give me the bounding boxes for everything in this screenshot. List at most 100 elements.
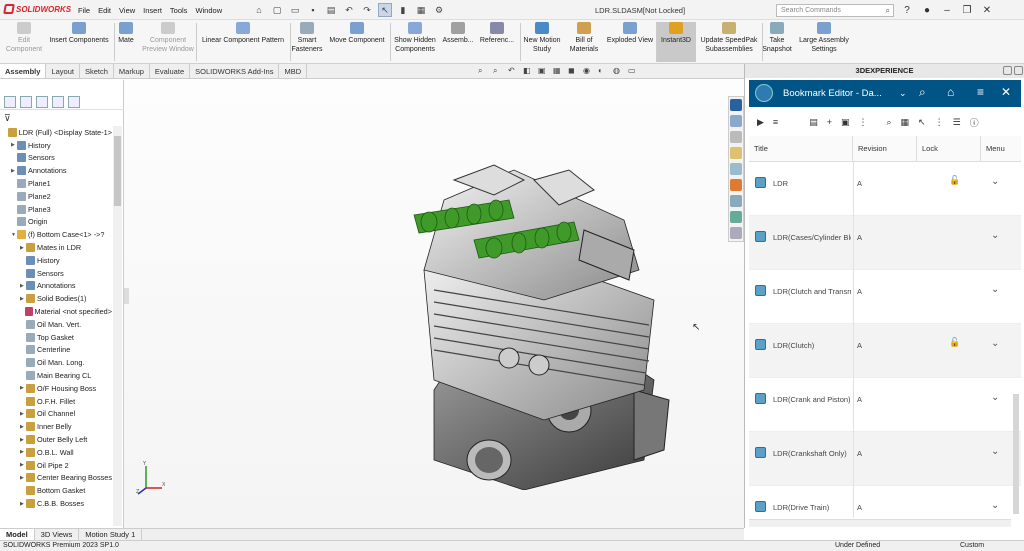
chevron-down-icon[interactable]: ⌄ [991,338,999,349]
tree-item[interactable]: LDR (Full) <Display State-1> [2,126,112,139]
tree-item[interactable]: Plane1 [2,177,112,190]
feature-tree-tab-icon[interactable] [4,96,16,108]
display-style-icon[interactable]: ◼ [568,66,578,76]
menu-insert[interactable]: Insert [143,6,162,15]
bookmark-title[interactable]: LDR(Crank and Piston) [773,395,851,404]
panel-close-icon[interactable] [1014,66,1023,75]
column-title[interactable]: Title [749,136,853,161]
bookmark-row[interactable]: LDR(Drive Train) A ⌄ [749,486,1021,518]
bookmark-title[interactable]: LDR(Drive Train) [773,503,851,512]
tree-item[interactable]: Main Bearing CL [2,369,112,382]
bookmark-title[interactable]: LDR(Clutch and Transmission) [773,287,851,296]
column-menu[interactable]: Menu [981,136,1021,161]
display-manager-tab-icon[interactable] [68,96,80,108]
bookmark-row[interactable]: LDR A 🔓 ⌄ [749,162,1021,216]
tree-item[interactable]: ▶ Mates in LDR [2,241,112,254]
lifecycle-icon[interactable]: ▦ [901,117,910,128]
ribbon-btn-assemb[interactable]: Assemb... [442,22,474,45]
bookmark-row[interactable]: LDR(Crank and Piston) A ⌄ [749,378,1021,432]
zoom-to-fit-icon[interactable]: ⌕ [478,66,488,76]
chevron-down-icon[interactable]: ⌄ [899,88,907,99]
tree-item[interactable]: Top Gasket [2,331,112,344]
tree-item[interactable]: ▶ Solid Bodies(1) [2,292,112,305]
bottom-tab-motion-study-1[interactable]: Motion Study 1 [79,529,143,540]
chevron-down-icon[interactable]: ⌄ [991,176,999,187]
bookmark-title[interactable]: LDR(Cases/Cylinder Block) [773,233,851,242]
unlocked-padlock-icon[interactable]: 🔓 [949,175,960,186]
ribbon-btn-insert-components[interactable]: Insert Components [48,22,110,45]
graphics-area[interactable]: Y X Z ↖ [124,80,744,528]
bookmark-scrollbar[interactable] [1013,394,1019,514]
unit-system[interactable]: Custom [960,541,984,551]
bookmark-row[interactable]: LDR(Clutch) A 🔓 ⌄ [749,324,1021,378]
file-explorer-icon[interactable] [730,163,742,175]
chevron-down-icon[interactable]: ⌄ [991,284,999,295]
view-settings-icon[interactable]: ▭ [628,66,638,76]
bookmark-editor-title[interactable]: Bookmark Editor - Da... [783,88,882,99]
apply-scene-icon[interactable]: ◍ [613,66,623,76]
ribbon-btn-take-snapshot[interactable]: Take Snapshot [762,22,792,54]
column-lock[interactable]: Lock [917,136,981,161]
compass-avatar-icon[interactable] [755,84,773,102]
bookmark-row[interactable]: LDR(Crankshaft Only) A ⌄ [749,432,1021,486]
close-icon[interactable]: ✕ [1001,85,1011,99]
tree-item[interactable]: Oil Man. Long. [2,356,112,369]
tree-item[interactable]: Material <not specified> [2,305,112,318]
cursor-select-icon[interactable]: ↖ [918,117,926,128]
options-gear-icon[interactable]: ⚙ [432,3,446,17]
ribbon-btn-update-speedpak-subassemblies[interactable]: Update SpeedPak Subassemblies [698,22,760,54]
tree-item[interactable]: History [2,254,112,267]
tab-evaluate[interactable]: Evaluate [150,64,191,78]
section-view-icon[interactable]: ◧ [523,66,533,76]
ribbon-btn-show-hidden-components[interactable]: Show Hidden Components [392,22,438,54]
design-library-icon[interactable] [730,147,742,159]
list-icon[interactable]: ≡ [773,117,778,127]
tab-markup[interactable]: Markup [114,64,150,78]
attach-icon[interactable]: ▣ [841,117,850,128]
tree-item[interactable]: Oil Man. Vert. [2,318,112,331]
tree-item[interactable]: ▶ Inner Belly [2,420,112,433]
bottom-tab-model[interactable]: Model [0,529,35,540]
chevron-down-icon[interactable]: ⌄ [991,230,999,241]
search-bookmark-icon[interactable]: ⌕ [886,117,891,128]
tab-mbd[interactable]: MBD [279,64,308,78]
column-revision[interactable]: Revision [853,136,917,161]
ribbon-btn-exploded-view[interactable]: Exploded View [604,22,656,45]
property-manager-tab-icon[interactable] [20,96,32,108]
filter-icon[interactable]: ⊽ [4,113,11,124]
restore-icon[interactable]: ❐ [960,3,974,17]
bookmark-row[interactable]: LDR(Cases/Cylinder Block) A ⌄ [749,216,1021,270]
select-pointer-icon[interactable]: ↖ [378,3,392,17]
tree-item[interactable]: Bottom Gasket [2,484,112,497]
info-icon[interactable]: ⓘ [970,116,979,129]
tree-item[interactable]: ▶ Annotations [2,164,112,177]
appearances-icon[interactable] [730,179,742,191]
home-task-icon[interactable] [730,115,742,127]
tree-item[interactable]: Origin [2,216,112,229]
search-commands-input[interactable]: Search Commands ⌕ [776,4,894,17]
tree-item[interactable]: Plane2 [2,190,112,203]
bookmark-title[interactable]: LDR(Clutch) [773,341,851,350]
insert-icon[interactable]: ▤ [809,117,818,128]
view-palette-icon[interactable] [730,211,742,223]
tree-item[interactable]: ▶ O/F Housing Boss [2,382,112,395]
undo-icon[interactable]: ↶ [342,3,356,17]
menu-window[interactable]: Window [195,6,222,15]
edit-appearance-icon[interactable]: ◐ [598,66,608,76]
tree-item[interactable]: O.F.H. Fillet [2,395,112,408]
3dexperience-icon[interactable] [730,99,742,111]
ribbon-btn-mate[interactable]: Mate [116,22,136,45]
close-icon[interactable]: ✕ [980,3,994,17]
ribbon-btn-edit-component[interactable]: Edit Component [2,22,46,54]
print-icon[interactable]: ▤ [324,3,338,17]
tab-sketch[interactable]: Sketch [80,64,114,78]
dimxpert-tab-icon[interactable] [52,96,64,108]
tree-item[interactable]: ▶ C.B.B. Bosses [2,497,112,510]
ribbon-btn-bill-of-materials[interactable]: Bill of Materials [566,22,602,54]
engine-assembly-model[interactable] [394,160,684,490]
previous-view-icon[interactable]: ↶ [508,66,518,76]
tab-solidworks-add-ins[interactable]: SOLIDWORKS Add-Ins [190,64,280,78]
save-icon[interactable]: ▪ [306,3,320,17]
menu-icon[interactable]: ≡ [977,85,984,99]
chevron-down-icon[interactable]: ⌄ [991,392,999,403]
